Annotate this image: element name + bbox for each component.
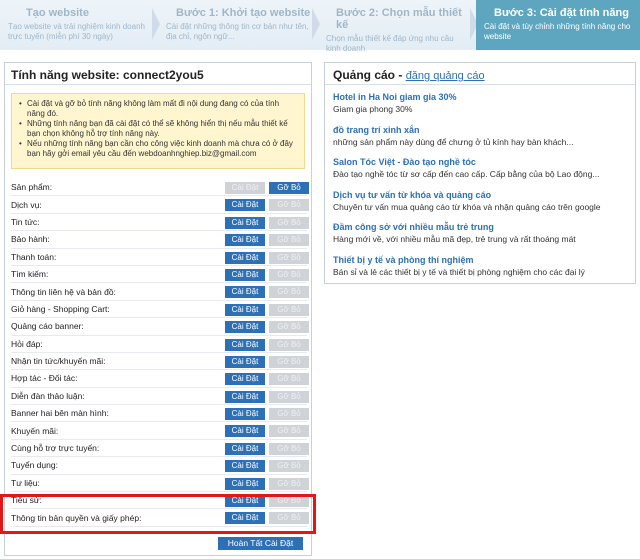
step-desc: Tạo website và trải nghiệm kinh doanh tr… — [8, 22, 145, 41]
notice-item: Cài đặt và gỡ bỏ tính năng không làm mất… — [18, 99, 298, 119]
feature-row: Giỏ hàng - Shopping Cart: Cài Đặt Gỡ Bỏ — [11, 301, 309, 319]
install-button[interactable]: Cài Đặt — [225, 355, 265, 368]
feature-row: Nhận tin tức/khuyến mãi: Cài Đặt Gỡ Bỏ — [11, 353, 309, 371]
remove-button[interactable]: Gỡ Bỏ — [269, 442, 309, 455]
feature-row: Hỏi đáp: Cài Đặt Gỡ Bỏ — [11, 336, 309, 353]
ads-list: Hotel in Ha Noi giam gia 30% Giam gia pho… — [325, 85, 635, 286]
feature-row: Tuyển dụng: Cài Đặt Gỡ Bỏ — [11, 457, 309, 475]
feature-row: Quảng cáo banner: Cài Đặt Gỡ Bỏ — [11, 318, 309, 336]
features-list: Sản phẩm: Cài Đặt Gỡ Bỏ Dịch vụ: Cài Đặt Gỡ B… — [11, 179, 309, 527]
install-button[interactable]: Cài Đặt — [225, 216, 265, 229]
ad-title-link[interactable]: Hotel in Ha Noi giam gia 30% — [333, 91, 627, 103]
install-button[interactable]: Cài Đặt — [225, 408, 265, 421]
ads-title-text: Quảng cáo - — [333, 68, 406, 82]
feature-row: Tư liệu: Cài Đặt Gỡ Bỏ — [11, 475, 309, 493]
feature-row: Banner hai bên màn hình: Cài Đặt Gỡ Bỏ — [11, 405, 309, 423]
highlight-box — [0, 494, 316, 534]
install-button[interactable]: Cài Đặt — [225, 338, 265, 351]
step-create-website[interactable]: Tạo website Tạo website và trải nghiệm k… — [0, 0, 160, 50]
remove-button[interactable]: Gỡ Bỏ — [269, 182, 309, 194]
ad-description: Giam gia phong 30% — [333, 104, 413, 114]
ad-description: Đào tạo nghề tóc từ sơ cấp đến cao cấp. … — [333, 169, 600, 179]
install-button[interactable]: Cài Đặt — [225, 425, 265, 438]
finish-install-button[interactable]: Hoàn Tất Cài Đặt — [218, 537, 303, 550]
features-panel: Tính năng website: connect2you5 Cài đặt … — [4, 62, 312, 556]
feature-row: Cùng hỗ trợ trực tuyến: Cài Đặt Gỡ Bỏ — [11, 440, 309, 458]
install-button[interactable]: Cài Đặt — [225, 286, 265, 299]
ad-item: đồ trang trí xinh xắn những sản phẩm này … — [333, 124, 627, 157]
feature-row: Bảo hành: Cài Đặt Gỡ Bỏ — [11, 231, 309, 249]
ads-panel: Quảng cáo - đăng quảng cáo Hotel in Ha N… — [324, 62, 636, 284]
ad-title-link[interactable]: đồ trang trí xinh xắn — [333, 124, 627, 136]
feature-row: Dịch vụ: Cài Đặt Gỡ Bỏ — [11, 196, 309, 214]
remove-button[interactable]: Gỡ Bỏ — [269, 355, 309, 368]
remove-button[interactable]: Gỡ Bỏ — [269, 321, 309, 334]
ad-title-link[interactable]: Salon Tóc Việt - Đào tạo nghề tóc — [333, 156, 627, 168]
step-desc: Cài đặt và tùy chỉnh những tính năng cho… — [484, 22, 631, 41]
install-button[interactable]: Cài Đặt — [225, 199, 265, 212]
step-1-init-website[interactable]: Bước 1: Khởi tạo website Cài đặt những t… — [158, 0, 320, 50]
remove-button[interactable]: Gỡ Bỏ — [269, 425, 309, 438]
ad-description: Chuyên tư vấn mua quảng cáo từ khóa và n… — [333, 201, 601, 212]
ad-description: những sản phẩm này dùng để chưng ở tủ kí… — [333, 136, 574, 147]
feature-row: Diễn đàn thảo luận: Cài Đặt Gỡ Bỏ — [11, 388, 309, 406]
ad-description: Bán sỉ và lẻ các thiết bị y tế và thiết … — [333, 266, 585, 277]
remove-button[interactable]: Gỡ Bỏ — [269, 251, 309, 264]
step-title: Bước 1: Khởi tạo website — [176, 7, 311, 19]
remove-button[interactable]: Gỡ Bỏ — [269, 234, 309, 247]
notice-item: Những tính năng bạn đã cài đặt có thể sẽ… — [18, 119, 298, 139]
step-desc: Cài đặt những thông tin cơ bản như tên, … — [166, 22, 309, 41]
feature-row: Hợp tác - Đối tác: Cài Đặt Gỡ Bỏ — [11, 370, 309, 388]
feature-row: Sản phẩm: Cài Đặt Gỡ Bỏ — [11, 179, 309, 197]
remove-button[interactable]: Gỡ Bỏ — [269, 216, 309, 229]
ad-title-link[interactable]: Thiết bị y tế và phòng thí nghiệm — [333, 254, 627, 266]
remove-button[interactable]: Gỡ Bỏ — [269, 460, 309, 473]
install-button[interactable]: Cài Đặt — [225, 460, 265, 473]
install-button[interactable]: Cài Đặt — [225, 373, 265, 386]
install-button[interactable]: Cài Đặt — [225, 442, 265, 455]
step-2-choose-template[interactable]: Bước 2: Chọn mẫu thiết kế Chọn mẫu thiết… — [318, 0, 478, 53]
ad-item: Hotel in Ha Noi giam gia 30% Giam gia pho… — [333, 91, 627, 124]
remove-button[interactable]: Gỡ Bỏ — [269, 477, 309, 490]
feature-row: Tin tức: Cài Đặt Gỡ Bỏ — [11, 214, 309, 232]
remove-button[interactable]: Gỡ Bỏ — [269, 268, 309, 281]
notice-item: Nếu những tính năng bạn cần cho công việ… — [18, 139, 298, 159]
step-title: Bước 2: Chọn mẫu thiết kế — [336, 7, 462, 31]
ad-title-link[interactable]: Dịch vụ tư vấn từ khóa và quảng cáo — [333, 189, 627, 201]
install-button[interactable]: Cài Đặt — [225, 182, 265, 194]
remove-button[interactable]: Gỡ Bỏ — [269, 199, 309, 212]
install-button[interactable]: Cài Đặt — [225, 234, 265, 247]
remove-button[interactable]: Gỡ Bỏ — [269, 390, 309, 403]
post-ad-link[interactable]: đăng quảng cáo — [406, 70, 485, 82]
feature-row: Thanh toán: Cài Đặt Gỡ Bỏ — [11, 249, 309, 266]
ad-item: Thiết bị y tế và phòng thí nghiệm Bán sỉ … — [333, 254, 627, 287]
remove-button[interactable]: Gỡ Bỏ — [269, 408, 309, 421]
install-button[interactable]: Cài Đặt — [225, 268, 265, 281]
step-title: Bước 3: Cài đặt tính năng — [494, 7, 629, 19]
install-button[interactable]: Cài Đặt — [225, 303, 265, 316]
remove-button[interactable]: Gỡ Bỏ — [269, 338, 309, 351]
feature-row: Khuyến mãi: Cài Đặt Gỡ Bỏ — [11, 422, 309, 440]
ad-item: Salon Tóc Việt - Đào tạo nghề tóc Đào tạo… — [333, 156, 627, 189]
remove-button[interactable]: Gỡ Bỏ — [269, 373, 309, 386]
step-title: Tạo website — [26, 7, 89, 19]
install-button[interactable]: Cài Đặt — [225, 477, 265, 490]
step-desc: Chọn mẫu thiết kế đáp ứng nhu cầu kinh d… — [326, 34, 454, 53]
ad-description: Hàng mới về, với nhiều mẫu mã đẹp, trẻ t… — [333, 234, 576, 244]
ad-item: Dịch vụ tư vấn từ khóa và quảng cáo Chuyê… — [333, 189, 627, 222]
ad-title-link[interactable]: Đầm công sở với nhiều mẫu trẻ trung — [333, 221, 627, 233]
install-button[interactable]: Cài Đặt — [225, 390, 265, 403]
step-3-install-features[interactable]: Bước 3: Cài đặt tính năng Cài đặt và tùy… — [476, 0, 640, 50]
feature-row: Thông tin liên hệ và bản đồ: Cài Đặt Gỡ Bỏ — [11, 283, 309, 301]
install-button[interactable]: Cài Đặt — [225, 321, 265, 334]
notice-box: Cài đặt và gỡ bỏ tính năng không làm mất… — [11, 93, 305, 169]
install-button[interactable]: Cài Đặt — [225, 251, 265, 264]
wizard-steps: Tạo website Tạo website và trải nghiệm k… — [0, 0, 640, 53]
ad-item: Đầm công sở với nhiều mẫu trẻ trung Hàng … — [333, 221, 627, 254]
remove-button[interactable]: Gỡ Bỏ — [269, 286, 309, 299]
remove-button[interactable]: Gỡ Bỏ — [269, 303, 309, 316]
feature-row: Tìm kiếm: Cài Đặt Gỡ Bỏ — [11, 266, 309, 284]
ads-panel-title: Quảng cáo - đăng quảng cáo — [325, 63, 635, 85]
features-panel-title: Tính năng website: connect2you5 — [5, 63, 311, 85]
